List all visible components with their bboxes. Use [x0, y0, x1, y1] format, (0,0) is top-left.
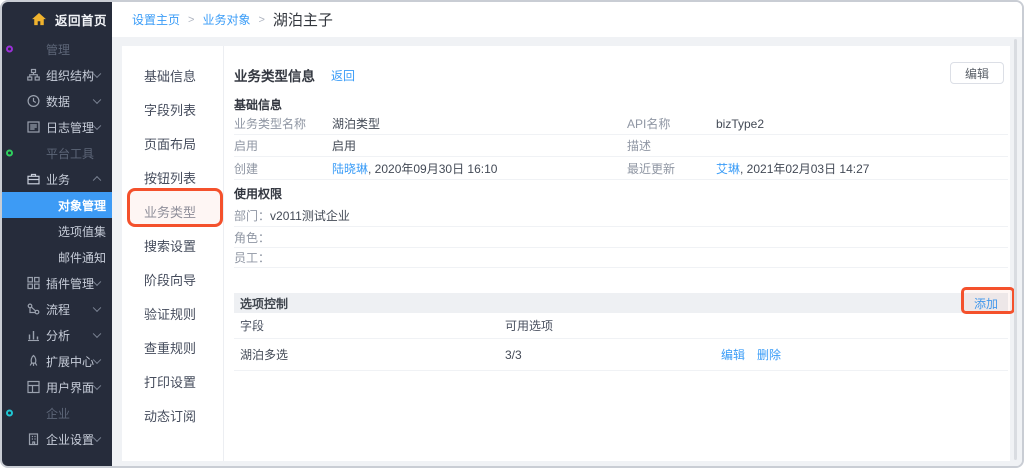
- basic-info-heading: 基础信息: [234, 96, 282, 113]
- bar-chart-icon: [27, 329, 40, 342]
- breadcrumb-link-business-objects[interactable]: 业务对象: [202, 11, 250, 28]
- detail-card: 基础信息 字段列表 页面布局 按钮列表 业务类型 搜索设置 阶段向导 验证规则 …: [122, 46, 1010, 461]
- org-chart-icon: [27, 69, 40, 82]
- object-settings-menu: 基础信息 字段列表 页面布局 按钮列表 业务类型 搜索设置 阶段向导 验证规则 …: [122, 46, 224, 461]
- permission-row-employee: 员工：: [234, 248, 1008, 268]
- layout-grid-icon: [27, 381, 40, 394]
- building-icon: [27, 433, 40, 446]
- chevron-down-icon: [93, 356, 101, 364]
- chevron-down-icon: [93, 330, 101, 338]
- menu-item-dedupe-rules[interactable]: 查重规则: [122, 330, 223, 364]
- permission-row-department: 部门： v2011测试企业: [234, 205, 1008, 227]
- main-area: 基础信息 字段列表 页面布局 按钮列表 业务类型 搜索设置 阶段向导 验证规则 …: [112, 37, 1022, 466]
- briefcase-icon: [27, 173, 40, 186]
- updater-user-link[interactable]: 艾琳: [716, 162, 740, 176]
- sidebar-item-guanli[interactable]: 管理: [2, 36, 112, 62]
- menu-item-search-settings[interactable]: 搜索设置: [122, 228, 223, 262]
- menu-item-business-type[interactable]: 业务类型: [122, 194, 223, 228]
- creator-user-link[interactable]: 陆晓琳: [332, 162, 368, 176]
- sidebar-home[interactable]: 返回首页: [2, 2, 112, 36]
- menu-item-print-settings[interactable]: 打印设置: [122, 364, 223, 398]
- chevron-down-icon: [93, 434, 101, 442]
- menu-item-dynamic-subscribe[interactable]: 动态订阅: [122, 398, 223, 432]
- menu-item-stage-wizard[interactable]: 阶段向导: [122, 262, 223, 296]
- home-icon: [32, 13, 46, 26]
- options-table-row: 湖泊多选 3/3 编辑 删除: [234, 339, 1008, 371]
- menu-item-page-layout[interactable]: 页面布局: [122, 126, 223, 160]
- back-link[interactable]: 返回: [331, 67, 355, 84]
- menu-item-button-list[interactable]: 按钮列表: [122, 160, 223, 194]
- sidebar-item-logs[interactable]: 日志管理: [2, 114, 112, 140]
- sidebar-item-ui[interactable]: 用户界面: [2, 374, 112, 400]
- sidebar-item-option-sets[interactable]: 选项值集: [2, 218, 112, 244]
- menu-item-field-list[interactable]: 字段列表: [122, 92, 223, 126]
- add-link[interactable]: 添加: [974, 295, 998, 312]
- menu-item-validation-rules[interactable]: 验证规则: [122, 296, 223, 330]
- field-row: 启用 启用 描述: [234, 135, 1008, 157]
- sidebar-item-enterprise[interactable]: 企业: [2, 400, 112, 426]
- sidebar-item-analytics[interactable]: 分析: [2, 322, 112, 348]
- sidebar-item-plugins[interactable]: 插件管理: [2, 270, 112, 296]
- plugin-grid-icon: [27, 277, 40, 290]
- breadcrumb-separator: >: [188, 14, 194, 26]
- sidebar-item-data[interactable]: 数据: [2, 88, 112, 114]
- sidebar-item-object-management[interactable]: 对象管理: [2, 192, 112, 218]
- sidebar-item-org[interactable]: 组织结构: [2, 62, 112, 88]
- sidebar-item-mail-notify[interactable]: 邮件通知: [2, 244, 112, 270]
- chevron-down-icon: [93, 96, 101, 104]
- green-dot-icon: [6, 150, 13, 157]
- section-title: 业务类型信息: [234, 65, 315, 85]
- field-row: 创建 陆晓琳, 2020年09月30日 16:10 最近更新 艾琳, 2021年…: [234, 157, 1008, 180]
- chevron-down-icon: [93, 278, 101, 286]
- menu-item-basic-info[interactable]: 基础信息: [122, 58, 223, 92]
- log-list-icon: [27, 121, 40, 134]
- chevron-up-icon: [93, 176, 101, 184]
- sidebar-item-platform-tools[interactable]: 平台工具: [2, 140, 112, 166]
- page-title: 湖泊主子: [273, 9, 333, 30]
- sidebar: 返回首页 管理 组织结构 数据 日志管理: [2, 2, 112, 466]
- sidebar-item-enterprise-settings[interactable]: 企业设置: [2, 426, 112, 452]
- purple-dot-icon: [6, 46, 13, 53]
- sidebar-item-extensions[interactable]: 扩展中心: [2, 348, 112, 374]
- sidebar-item-business[interactable]: 业务: [2, 166, 112, 192]
- app-window: 返回首页 管理 组织结构 数据 日志管理: [0, 0, 1024, 468]
- permissions-heading: 使用权限: [234, 185, 282, 202]
- chevron-down-icon: [93, 70, 101, 78]
- teal-dot-icon: [6, 410, 13, 417]
- options-control-bar: 选项控制 添加: [234, 293, 1008, 313]
- field-row: 业务类型名称 湖泊类型 API名称 bizType2: [234, 113, 1008, 135]
- options-control-heading: 选项控制: [240, 295, 288, 312]
- chevron-down-icon: [93, 122, 101, 130]
- rocket-icon: [27, 355, 40, 368]
- permission-row-role: 角色：: [234, 227, 1008, 248]
- breadcrumb-link-settings-home[interactable]: 设置主页: [132, 11, 180, 28]
- row-delete-link[interactable]: 删除: [757, 346, 781, 363]
- breadcrumb-separator: >: [258, 14, 264, 26]
- edit-button[interactable]: 编辑: [950, 62, 1004, 84]
- vertical-scrollbar[interactable]: [1014, 39, 1017, 460]
- sidebar-item-workflow[interactable]: 流程: [2, 296, 112, 322]
- breadcrumb: 设置主页 > 业务对象 > 湖泊主子: [112, 2, 1022, 37]
- row-edit-link[interactable]: 编辑: [721, 346, 745, 363]
- clock-icon: [27, 95, 40, 108]
- chevron-down-icon: [93, 304, 101, 312]
- chevron-down-icon: [93, 382, 101, 390]
- options-table-header: 字段 可用选项: [234, 313, 1008, 339]
- home-label: 返回首页: [55, 10, 107, 29]
- flow-icon: [27, 303, 40, 316]
